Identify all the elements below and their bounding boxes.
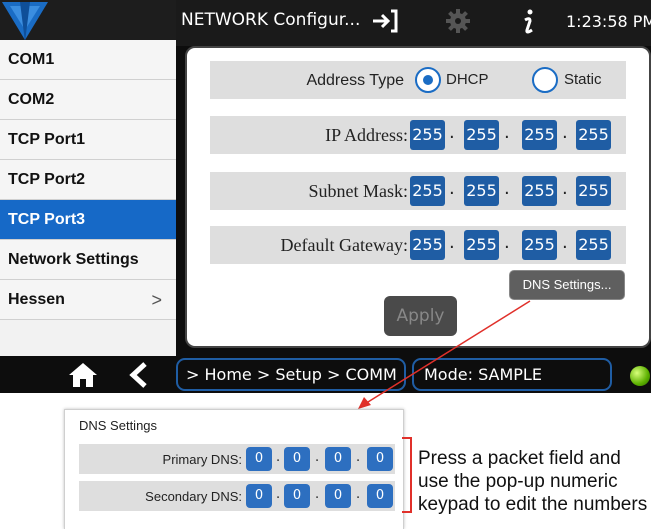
- primary-dns-row: Primary DNS: 0 . 0 . 0 . 0: [79, 444, 395, 474]
- annotation-bracket: [402, 437, 412, 513]
- secondary-dns-label: Secondary DNS:: [145, 489, 242, 504]
- secondary-dns-octet-field[interactable]: 0: [325, 484, 351, 508]
- secondary-dns-octet-field[interactable]: 0: [367, 484, 393, 508]
- annotation-line: use the pop-up numeric: [418, 471, 618, 492]
- octet-separator: .: [356, 487, 361, 502]
- octet-separator: .: [315, 450, 320, 465]
- popup-title: DNS Settings: [79, 418, 158, 433]
- secondary-dns-octet-field[interactable]: 0: [246, 484, 272, 508]
- annotation-line: Press a packet field and: [418, 448, 621, 469]
- octet-separator: .: [276, 487, 281, 502]
- annotation-line: keypad to edit the numbers: [418, 494, 648, 515]
- primary-dns-octet-field[interactable]: 0: [284, 447, 310, 471]
- annotation-text: Press a packet field and use the pop-up …: [418, 447, 651, 516]
- primary-dns-octet-field[interactable]: 0: [246, 447, 272, 471]
- secondary-dns-row: Secondary DNS: 0 . 0 . 0 . 0: [79, 481, 395, 511]
- primary-dns-octet-field[interactable]: 0: [325, 447, 351, 471]
- primary-dns-octet-field[interactable]: 0: [367, 447, 393, 471]
- secondary-dns-octet-field[interactable]: 0: [284, 484, 310, 508]
- primary-dns-label: Primary DNS:: [162, 452, 242, 467]
- octet-separator: .: [315, 487, 320, 502]
- octet-separator: .: [356, 450, 361, 465]
- dns-settings-popup: DNS Settings Primary DNS: 0 . 0 . 0 . 0 …: [64, 409, 404, 529]
- octet-separator: .: [276, 450, 281, 465]
